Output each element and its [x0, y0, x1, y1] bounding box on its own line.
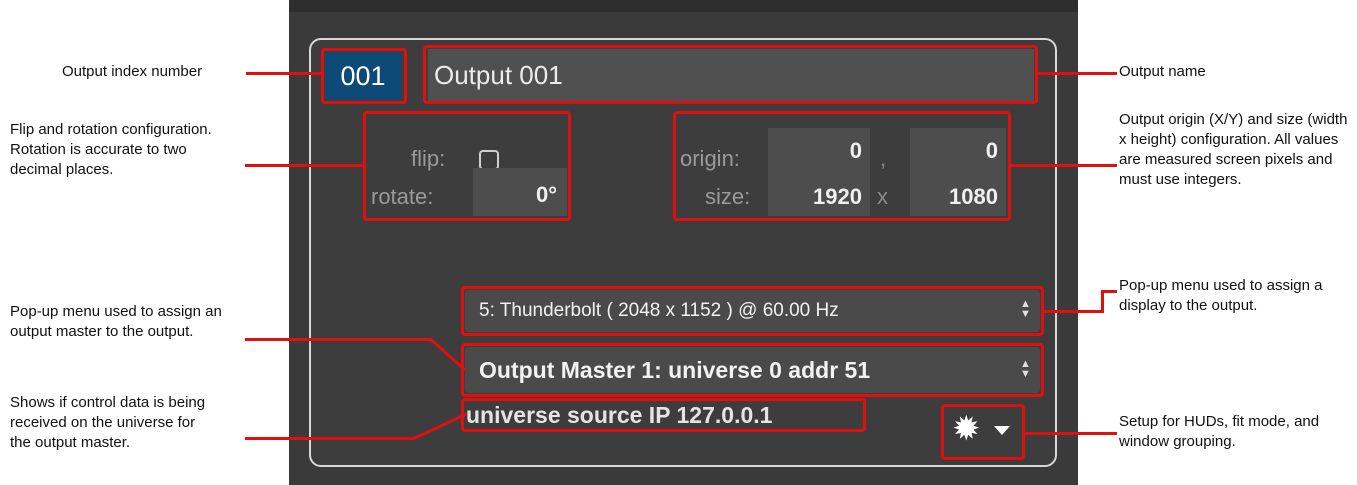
leader-flip	[245, 164, 363, 167]
leader-name	[1038, 72, 1117, 75]
annotation-output-name: Output name	[1119, 63, 1206, 80]
highlight-source-ip	[461, 398, 866, 432]
highlight-display-popup	[461, 286, 1044, 336]
highlight-flip-rotate	[363, 111, 571, 221]
leader-source	[245, 437, 415, 440]
highlight-master-popup	[461, 343, 1044, 397]
annotation-index-number: Output index number	[62, 63, 203, 80]
annotation-origin-size: Output origin (X/Y) and size (width x he…	[1119, 111, 1348, 188]
annotation-flip-rotation: Flip and rotation configuration. Rotatio…	[10, 121, 212, 178]
leader-master-h	[245, 338, 432, 341]
annotation-display-menu: Pop-up menu used to assign a display to …	[1119, 277, 1323, 314]
highlight-origin-size	[673, 111, 1011, 221]
leader-gear	[1025, 432, 1117, 435]
leader-display-h	[1044, 310, 1102, 313]
highlight-name	[423, 45, 1038, 104]
highlight-index	[321, 48, 407, 104]
leader-origin	[1011, 164, 1117, 167]
highlight-gear	[941, 404, 1025, 460]
annotation-control-data: Shows if control data is being received …	[10, 394, 206, 451]
output-panel-topbar	[289, 0, 1078, 12]
leader-display-v	[1101, 290, 1104, 313]
annotation-setup-menu: Setup for HUDs, fit mode, and window gro…	[1119, 413, 1320, 450]
leader-index	[246, 72, 321, 75]
annotation-output-master-menu: Pop-up menu used to assign an output mas…	[10, 303, 222, 340]
leader-display-top	[1101, 290, 1117, 293]
